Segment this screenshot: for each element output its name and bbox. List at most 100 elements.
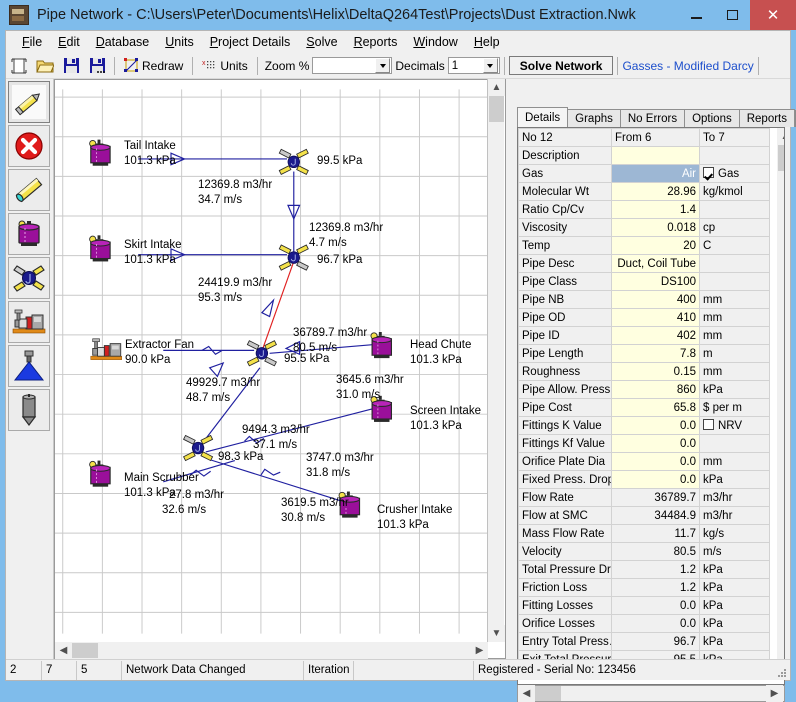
units-button[interactable]: x Units [197, 55, 252, 77]
details-row[interactable]: Flow at SMC 34484.9 m3/hr [518, 506, 770, 525]
details-row-value[interactable]: 410 [611, 308, 700, 327]
pump-tool-button[interactable] [8, 301, 50, 343]
details-scroll-left-button[interactable]: ◀ [518, 685, 535, 702]
details-row[interactable]: Pipe NB 400 mm [518, 290, 770, 309]
details-grid[interactable]: No 12 From 6 To 7 Description Gas Air Gas Molec… [517, 127, 785, 685]
scroll-left-button[interactable]: ◀ [55, 642, 72, 659]
maximize-button[interactable] [714, 0, 750, 30]
details-row-value[interactable]: 1.2 [611, 560, 700, 579]
canvas-vertical-scrollbar[interactable]: ▲ ▼ [487, 79, 505, 642]
details-row-value[interactable]: 96.7 [611, 632, 700, 651]
details-row[interactable]: Total Pressure Dr 1.2 kPa [518, 560, 770, 579]
details-row-value[interactable]: 1.2 [611, 578, 700, 597]
details-scroll-right-button[interactable]: ▶ [766, 685, 783, 702]
details-row[interactable]: Pipe Length 7.8 m [518, 344, 770, 363]
close-button[interactable]: ✕ [750, 0, 796, 30]
canvas-horizontal-scrollbar[interactable]: ◀ ▶ [55, 642, 488, 659]
details-row-value[interactable]: 36789.7 [611, 488, 700, 507]
menu-solve[interactable]: Solve [298, 33, 345, 51]
details-row-value[interactable]: 400 [611, 290, 700, 309]
details-row[interactable]: Fittings Kf Value 0.0 [518, 434, 770, 453]
details-row[interactable]: Velocity 80.5 m/s [518, 542, 770, 561]
details-row-value[interactable]: 65.8 [611, 398, 700, 417]
details-row[interactable]: Pipe Allow. Press. 860 kPa [518, 380, 770, 399]
canvas-hscroll-thumb[interactable] [72, 643, 98, 658]
details-row[interactable]: Entry Total Press… 96.7 kPa [518, 632, 770, 651]
vessel-tool-button[interactable] [8, 389, 50, 431]
details-row-value[interactable]: Air [611, 164, 700, 183]
tab-reports[interactable]: Reports [738, 109, 795, 127]
details-scroll-up-button[interactable]: ▲ [777, 128, 784, 145]
details-row[interactable]: Molecular Wt 28.96 kg/kmol [518, 182, 770, 201]
zoom-combo[interactable] [312, 57, 393, 74]
tab-details[interactable]: Details [517, 107, 569, 127]
pipe-tool-button[interactable] [8, 169, 50, 211]
tab-graphs[interactable]: Graphs [567, 109, 621, 127]
details-row-value[interactable]: 11.7 [611, 524, 700, 543]
scroll-right-button[interactable]: ▶ [471, 642, 488, 659]
save-button[interactable] [59, 55, 83, 77]
details-row-value[interactable]: 0.0 [611, 614, 700, 633]
pencil-tool-button[interactable] [8, 81, 50, 123]
details-row[interactable]: Roughness 0.15 mm [518, 362, 770, 381]
details-row[interactable]: Gas Air Gas [518, 164, 770, 183]
nozzle-tool-button[interactable] [8, 345, 50, 387]
details-row-value[interactable]: 0.018 [611, 218, 700, 237]
menu-window[interactable]: Window [405, 33, 465, 51]
details-row-value[interactable]: 0.15 [611, 362, 700, 381]
details-row[interactable]: Friction Loss 1.2 kPa [518, 578, 770, 597]
details-row[interactable]: Pipe ID 402 mm [518, 326, 770, 345]
details-row[interactable]: Flow Rate 36789.7 m3/hr [518, 488, 770, 507]
network-canvas[interactable]: Tail Intake 101.3 kPa Skirt Intake 101.3… [54, 79, 506, 659]
details-row[interactable]: Fitting Losses 0.0 kPa [518, 596, 770, 615]
details-row[interactable]: Ratio Cp/Cv 1.4 [518, 200, 770, 219]
menu-edit[interactable]: Edit [50, 33, 88, 51]
zoom-dropdown-arrow[interactable] [375, 58, 391, 73]
details-row[interactable]: Pipe OD 410 mm [518, 308, 770, 327]
save-as-button[interactable] [85, 55, 109, 77]
decimals-combo[interactable]: 1 [447, 57, 500, 74]
details-row[interactable]: Pipe Cost 65.8 $ per m [518, 398, 770, 417]
details-row[interactable]: Description [518, 146, 770, 165]
details-row-value[interactable]: 1.4 [611, 200, 700, 219]
tab-options[interactable]: Options [684, 109, 740, 127]
details-row[interactable]: Temp 20 C [518, 236, 770, 255]
solve-network-button[interactable]: Solve Network [508, 56, 614, 75]
tab-no-errors[interactable]: No Errors [619, 109, 686, 127]
details-row-value[interactable]: 0.0 [611, 452, 700, 471]
details-vertical-scrollbar[interactable]: ▲ ▼ [777, 128, 784, 671]
details-row[interactable]: Fittings K Value 0.0 NRV [518, 416, 770, 435]
details-row-value[interactable]: 402 [611, 326, 700, 345]
details-row-checkbox[interactable] [703, 419, 714, 430]
menu-units[interactable]: Units [157, 33, 201, 51]
details-row[interactable]: Orifice Plate Dia 0.0 mm [518, 452, 770, 471]
menu-project-details[interactable]: Project Details [202, 33, 299, 51]
menu-database[interactable]: Database [88, 33, 158, 51]
details-row-value[interactable]: Duct, Coil Tube [611, 254, 700, 273]
details-row-value[interactable]: 0.0 [611, 470, 700, 489]
menu-reports[interactable]: Reports [346, 33, 406, 51]
details-row-value[interactable]: 7.8 [611, 344, 700, 363]
menu-file[interactable]: File [14, 33, 50, 51]
new-button[interactable] [7, 55, 31, 77]
details-row-value[interactable]: 0.0 [611, 434, 700, 453]
details-vscroll-thumb[interactable] [778, 145, 784, 171]
details-row[interactable]: Pipe Class DS100 [518, 272, 770, 291]
scroll-down-button[interactable]: ▼ [488, 625, 505, 642]
delete-tool-button[interactable] [8, 125, 50, 167]
details-row[interactable]: Viscosity 0.018 cp [518, 218, 770, 237]
decimals-dropdown-arrow[interactable] [482, 58, 498, 73]
details-row[interactable]: Fixed Press. Drop 0.0 kPa [518, 470, 770, 489]
tank-tool-button[interactable] [8, 213, 50, 255]
details-row-value[interactable] [611, 146, 700, 165]
details-row-value[interactable]: 0.0 [611, 596, 700, 615]
details-row[interactable]: Pipe Desc Duct, Coil Tube [518, 254, 770, 273]
details-row-value[interactable]: 80.5 [611, 542, 700, 561]
details-row[interactable]: Orifice Losses 0.0 kPa [518, 614, 770, 633]
details-row-value[interactable]: 20 [611, 236, 700, 255]
details-hscroll-thumb[interactable] [535, 686, 561, 701]
details-row-value[interactable]: 28.96 [611, 182, 700, 201]
open-button[interactable] [33, 55, 57, 77]
menu-help[interactable]: Help [466, 33, 508, 51]
details-row[interactable]: Mass Flow Rate 11.7 kg/s [518, 524, 770, 543]
